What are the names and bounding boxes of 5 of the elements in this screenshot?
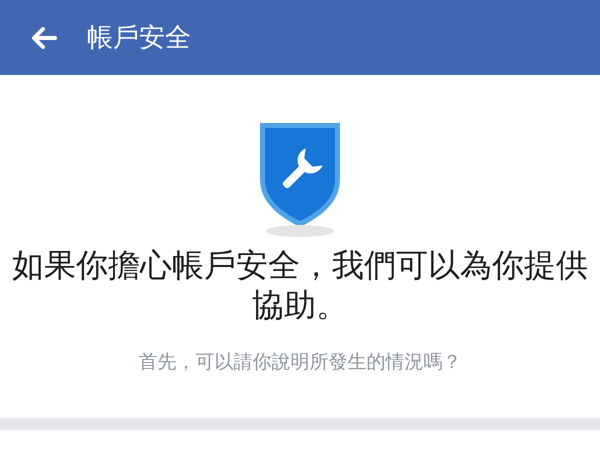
back-arrow-icon[interactable] [31, 26, 57, 48]
subtitle: 首先，可以請你說明所發生的情況嗎？ [138, 350, 462, 375]
heading: 如果你擔心帳戶安全，我們可以為你提供協助。 [11, 245, 589, 325]
page-title: 帳戶安全 [87, 22, 191, 55]
shield-wrench-icon [258, 121, 342, 237]
